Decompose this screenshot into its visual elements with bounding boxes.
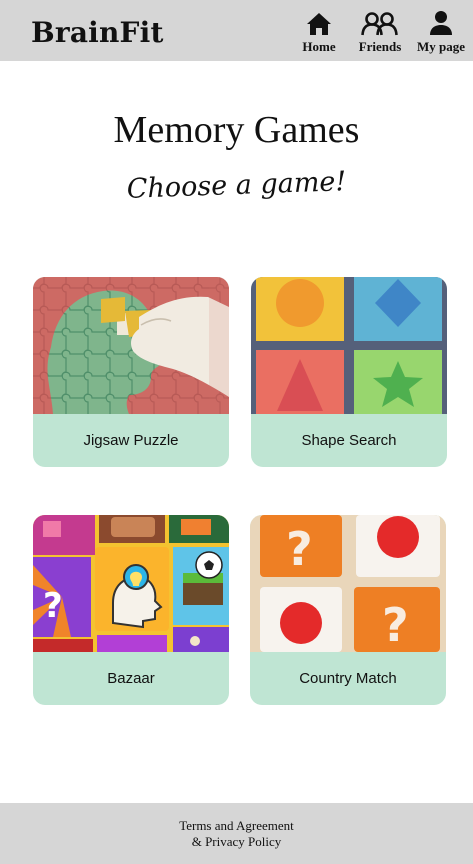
page-subtitle: Choose a game!	[126, 166, 347, 205]
page-title: Memory Games	[113, 109, 360, 151]
nav-home-label: Home	[302, 39, 336, 54]
nav-my-page-label: My page	[416, 39, 466, 54]
svg-text:?: ?	[286, 522, 313, 576]
game-card-country-match[interactable]: ? ? Country Match	[250, 515, 446, 705]
jigsaw-puzzle-image	[33, 277, 229, 414]
game-card-jigsaw-puzzle[interactable]: Jigsaw Puzzle	[33, 277, 229, 467]
svg-text:?: ?	[382, 598, 409, 652]
home-icon	[306, 8, 332, 36]
game-card-label: Country Match	[299, 670, 397, 687]
privacy-policy-link[interactable]: & Privacy Policy	[192, 834, 282, 850]
footer: Terms and Agreement & Privacy Policy	[0, 803, 473, 864]
game-card-shape-search[interactable]: Shape Search	[251, 277, 447, 467]
svg-text:?: ?	[43, 586, 63, 626]
game-card-label: Shape Search	[301, 432, 397, 449]
game-card-label: Jigsaw Puzzle	[83, 432, 179, 449]
friends-icon	[361, 8, 399, 36]
nav-friends[interactable]: Friends	[352, 8, 408, 58]
terms-link[interactable]: Terms and Agreement	[179, 818, 294, 834]
nav-friends-label: Friends	[358, 39, 402, 54]
top-header: BrainFit Home Friends My page	[0, 0, 473, 61]
game-card-label: Bazaar	[107, 670, 155, 687]
nav-my-page[interactable]: My page	[414, 8, 468, 58]
bazaar-image: ?	[33, 515, 229, 652]
user-icon	[428, 8, 454, 36]
shape-search-image	[251, 277, 447, 414]
country-match-image: ? ?	[250, 515, 446, 652]
nav-home[interactable]: Home	[298, 8, 340, 58]
game-card-bazaar[interactable]: ? Bazaar	[33, 515, 229, 705]
brand-logo[interactable]: BrainFit	[31, 16, 164, 49]
